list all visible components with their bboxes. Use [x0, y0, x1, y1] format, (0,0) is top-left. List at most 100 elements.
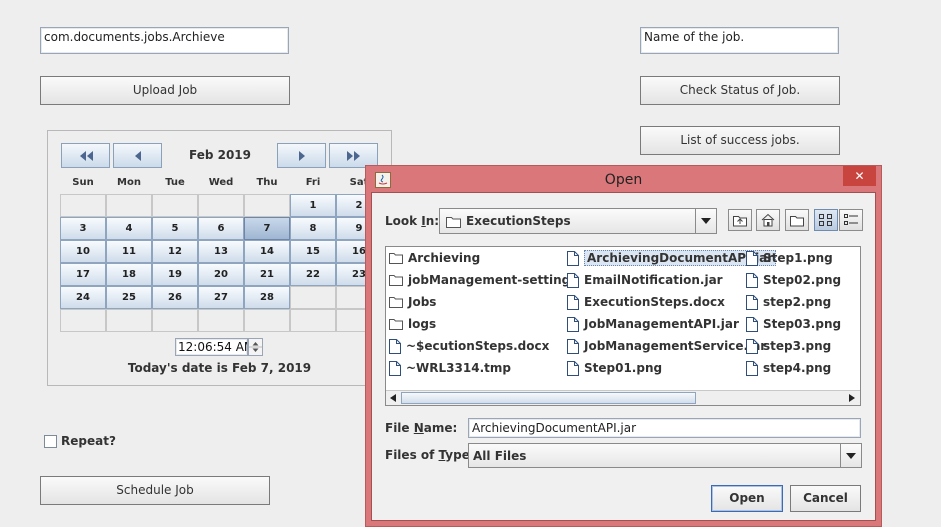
scroll-right-button[interactable]: [845, 391, 859, 405]
dialog-title: Open: [604, 172, 643, 188]
job-name-field[interactable]: Name of the job.: [640, 27, 839, 54]
new-folder-button[interactable]: [785, 209, 809, 231]
file-item[interactable]: ~WRL3314.tmp: [389, 358, 511, 378]
file-icon: [746, 316, 758, 332]
file-item[interactable]: Step02.png: [746, 270, 841, 290]
folder-icon: [389, 319, 403, 330]
scroll-left-button[interactable]: [386, 391, 400, 405]
file-icon: [567, 250, 579, 266]
file-icon: [567, 316, 579, 332]
file-item[interactable]: Step01.png: [567, 358, 662, 378]
calendar-empty-cell: [60, 194, 106, 217]
calendar-day[interactable]: 5: [152, 217, 198, 240]
day-header: Wed: [208, 177, 234, 188]
file-icon: [567, 272, 579, 288]
file-item[interactable]: ExecutionSteps.docx: [567, 292, 725, 312]
calendar-day[interactable]: 10: [60, 240, 106, 263]
calendar-day[interactable]: 28: [244, 286, 290, 309]
file-item[interactable]: JobManagementService.jar: [567, 336, 766, 356]
file-type-combo[interactable]: All Files: [468, 443, 862, 468]
calendar-day[interactable]: 11: [106, 240, 152, 263]
calendar-day[interactable]: 21: [244, 263, 290, 286]
file-item[interactable]: Step1.png: [746, 248, 833, 268]
new-folder-icon: [790, 216, 804, 227]
folder-item[interactable]: Archieving: [389, 248, 480, 268]
next-month-button[interactable]: [277, 143, 326, 168]
folder-icon: [389, 253, 403, 264]
list-success-jobs-button[interactable]: List of success jobs.: [640, 126, 840, 155]
time-field[interactable]: 12:06:54 AM: [175, 338, 248, 356]
file-icon: [567, 294, 579, 310]
folder-item[interactable]: jobManagement-settings: [389, 270, 577, 290]
calendar-empty-cell: [244, 194, 290, 217]
file-item-label: Jobs: [408, 295, 437, 309]
calendar-day[interactable]: 14: [244, 240, 290, 263]
calendar-day[interactable]: 8: [290, 217, 336, 240]
file-item[interactable]: step2.png: [746, 292, 831, 312]
file-item-label: Step01.png: [584, 361, 663, 375]
details-view-icon: [844, 214, 858, 225]
cancel-button[interactable]: Cancel: [790, 485, 861, 512]
file-item[interactable]: ArchievingDocumentAPI.jar: [567, 248, 777, 268]
calendar-empty-cell: [290, 286, 336, 309]
check-status-button[interactable]: Check Status of Job.: [640, 76, 840, 105]
calendar-day[interactable]: 12: [152, 240, 198, 263]
file-item[interactable]: Step03.png: [746, 314, 841, 334]
calendar-empty-cell: [290, 309, 336, 332]
calendar-day[interactable]: 27: [198, 286, 244, 309]
open-button[interactable]: Open: [711, 485, 783, 512]
calendar-day[interactable]: 19: [152, 263, 198, 286]
prev-month-button[interactable]: [113, 143, 162, 168]
file-item-label: jobManagement-settings: [408, 273, 578, 287]
look-in-combo[interactable]: ExecutionSteps: [439, 208, 717, 234]
upload-job-button[interactable]: Upload Job: [40, 76, 290, 105]
calendar-empty-cell: [106, 309, 152, 332]
prev-month-icon: [134, 150, 141, 161]
file-name-input[interactable]: ArchievingDocumentAPI.jar: [468, 418, 861, 438]
file-item-label: Step1.png: [763, 251, 833, 265]
calendar-day[interactable]: 13: [198, 240, 244, 263]
file-icon: [746, 250, 758, 266]
class-name-field[interactable]: com.documents.jobs.Archieve: [40, 27, 289, 54]
calendar-day[interactable]: 1: [290, 194, 336, 217]
close-button[interactable]: ✕: [843, 166, 876, 186]
details-view-button[interactable]: [839, 209, 863, 231]
look-in-label: Look In:: [385, 214, 440, 228]
file-item[interactable]: ~$ecutionSteps.docx: [389, 336, 549, 356]
home-button[interactable]: [756, 209, 780, 231]
calendar-day[interactable]: 4: [106, 217, 152, 240]
schedule-job-button[interactable]: Schedule Job: [40, 476, 270, 505]
calendar-day[interactable]: 6: [198, 217, 244, 240]
scroll-thumb[interactable]: [401, 392, 696, 404]
calendar-day[interactable]: 15: [290, 240, 336, 263]
spinner-icon: [249, 342, 262, 352]
calendar-day[interactable]: 20: [198, 263, 244, 286]
calendar-empty-cell: [198, 309, 244, 332]
file-icon: [746, 338, 758, 354]
up-folder-button[interactable]: [728, 209, 752, 231]
folder-item[interactable]: Jobs: [389, 292, 436, 312]
calendar-day[interactable]: 18: [106, 263, 152, 286]
folder-item[interactable]: logs: [389, 314, 436, 334]
calendar-day[interactable]: 25: [106, 286, 152, 309]
calendar-day[interactable]: 7: [244, 217, 290, 240]
time-spinner[interactable]: [248, 338, 263, 356]
calendar-day[interactable]: 24: [60, 286, 106, 309]
repeat-checkbox[interactable]: [44, 435, 57, 448]
list-view-button[interactable]: [814, 209, 838, 231]
file-item[interactable]: step3.png: [746, 336, 831, 356]
calendar-day[interactable]: 26: [152, 286, 198, 309]
file-item[interactable]: JobManagementAPI.jar: [567, 314, 739, 334]
file-item[interactable]: step4.png: [746, 358, 831, 378]
file-item[interactable]: EmailNotification.jar: [567, 270, 723, 290]
file-item-label: Archieving: [408, 251, 481, 265]
calendar-day[interactable]: 17: [60, 263, 106, 286]
repeat-label: Repeat?: [61, 434, 116, 448]
file-item-label: step3.png: [763, 339, 832, 353]
file-item-label: JobManagementService.jar: [584, 339, 767, 353]
calendar-day[interactable]: 3: [60, 217, 106, 240]
day-header: Thu: [256, 177, 278, 188]
calendar-day[interactable]: 22: [290, 263, 336, 286]
file-icon: [567, 360, 579, 376]
first-month-button[interactable]: [61, 143, 110, 168]
